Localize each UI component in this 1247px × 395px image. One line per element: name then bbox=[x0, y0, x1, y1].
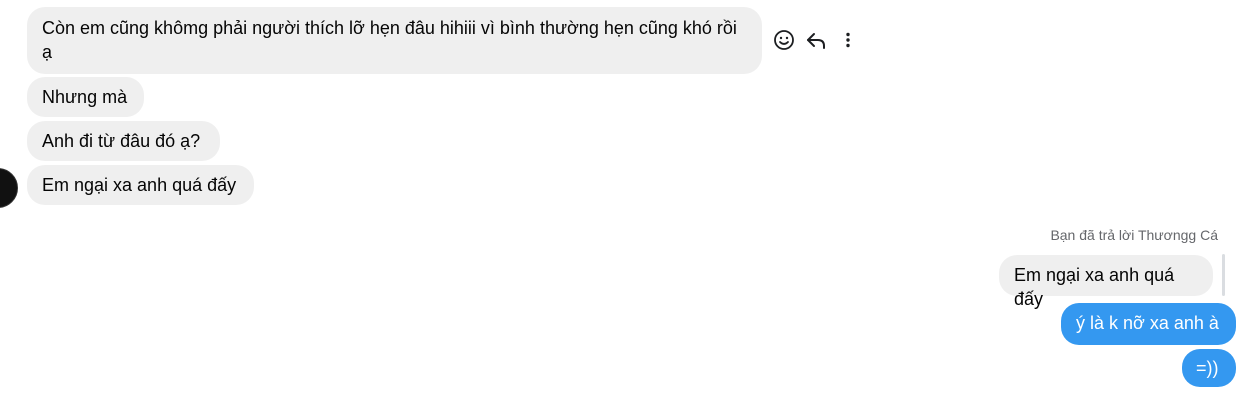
reply-context-label: Bạn đã trả lời Thươngg Cá bbox=[1050, 227, 1218, 243]
outgoing-message[interactable]: ý là k nỡ xa anh à bbox=[1061, 303, 1236, 345]
incoming-message[interactable]: Anh đi từ đâu đó ạ? bbox=[27, 121, 220, 161]
message-actions bbox=[772, 28, 860, 52]
incoming-message[interactable]: Em ngại xa anh quá đấy bbox=[27, 165, 254, 205]
reply-arrow-icon[interactable] bbox=[804, 28, 828, 52]
vertical-ellipsis-icon[interactable] bbox=[836, 28, 860, 52]
smiley-icon[interactable] bbox=[772, 28, 796, 52]
reply-indicator-bar bbox=[1222, 254, 1225, 296]
avatar[interactable] bbox=[0, 168, 18, 208]
incoming-message[interactable]: Còn em cũng khômg phải người thích lỡ hẹ… bbox=[27, 7, 762, 74]
outgoing-message[interactable]: =)) bbox=[1182, 349, 1236, 387]
quoted-message[interactable]: Em ngại xa anh quá đấy bbox=[999, 255, 1213, 309]
incoming-message[interactable]: Nhưng mà bbox=[27, 77, 144, 117]
